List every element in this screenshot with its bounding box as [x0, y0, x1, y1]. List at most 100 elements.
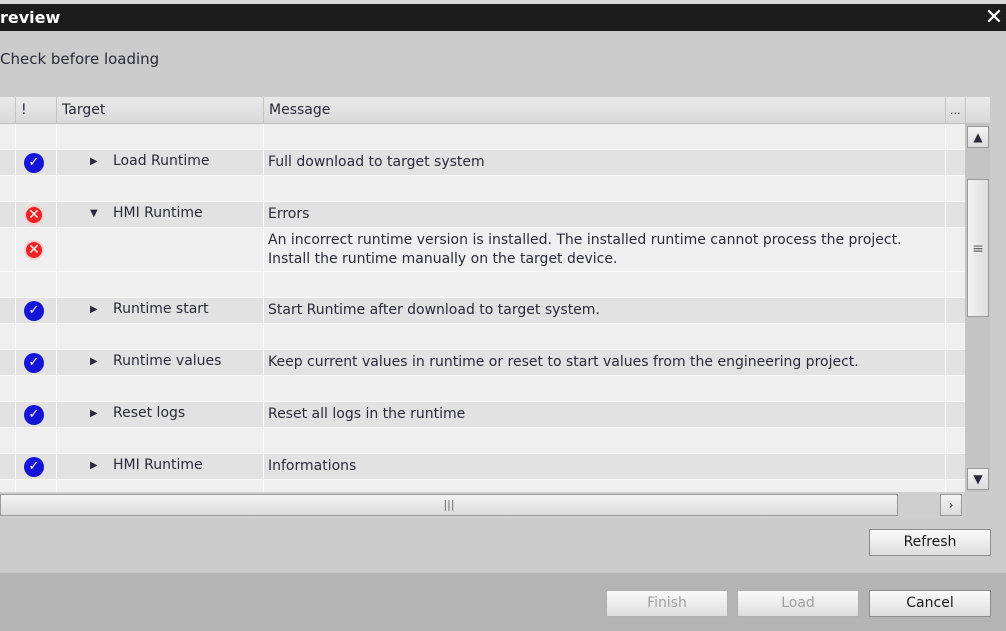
table-cell — [0, 298, 16, 323]
message-line: Full download to target system — [268, 154, 485, 170]
refresh-button[interactable]: Refresh — [869, 529, 991, 556]
load-button[interactable]: Load — [737, 590, 859, 617]
header-message[interactable]: Message — [264, 97, 946, 124]
header-select[interactable] — [0, 97, 16, 124]
table-cell — [0, 150, 16, 175]
target-label: Reset logs — [113, 405, 186, 421]
table-row[interactable]: ✓ ▶ Runtime values Keep current values in r… — [0, 350, 965, 376]
collapse-icon[interactable]: ▼ — [90, 208, 98, 219]
table-cell — [16, 376, 57, 401]
message-text: Informations — [268, 457, 356, 476]
table-cell — [0, 454, 16, 479]
table-cell — [16, 480, 57, 492]
table-cell — [57, 324, 264, 349]
expand-icon[interactable]: ▶ — [90, 408, 98, 419]
message-line: Errors — [268, 206, 310, 222]
target-label: HMI Runtime — [113, 205, 203, 221]
message-text: Errors — [268, 205, 309, 224]
table-row[interactable]: ✓ ▶ Load Runtime Full download to target sy… — [0, 150, 965, 176]
message-line: Reset all logs in the runtime — [268, 406, 466, 422]
target-label: Runtime start — [113, 301, 209, 317]
table-cell — [0, 428, 16, 453]
table-cell — [264, 272, 946, 297]
spacer-row — [0, 480, 965, 492]
message-text: Full download to target system — [268, 153, 485, 172]
scroll-thumb[interactable]: ≡ — [967, 179, 989, 317]
finish-button[interactable]: Finish — [606, 590, 728, 617]
table-cell — [0, 480, 16, 492]
table-cell — [57, 428, 264, 453]
window-title: review — [0, 8, 61, 27]
message-line: An incorrect runtime version is installe… — [268, 232, 902, 248]
table-cell — [57, 480, 264, 492]
error-icon: ✕ — [24, 240, 44, 260]
cancel-button[interactable]: Cancel — [869, 590, 991, 617]
header-more[interactable]: ... — [946, 97, 966, 124]
error-icon: ✕ — [24, 205, 44, 225]
table-cell — [264, 202, 946, 227]
message-line: Informations — [268, 458, 357, 474]
header-target[interactable]: Target — [57, 97, 264, 124]
message-text: Keep current values in runtime or reset … — [268, 353, 859, 372]
table-cell — [0, 376, 16, 401]
table-cell — [16, 176, 57, 201]
expand-icon[interactable]: ▶ — [90, 460, 98, 471]
scroll-up-button[interactable]: ▲ — [967, 126, 989, 148]
table-header: ! Target Message ... — [0, 97, 990, 124]
table-cell — [264, 454, 946, 479]
table-cell — [0, 124, 16, 149]
table-cell — [57, 272, 264, 297]
table-row[interactable]: ✕ ▼ HMI Runtime Errors — [0, 202, 965, 228]
table-cell — [57, 228, 264, 271]
table-cell — [0, 350, 16, 375]
spacer-row — [0, 176, 965, 202]
header-status[interactable]: ! — [16, 97, 57, 124]
title-bar: review ✕ — [0, 4, 1006, 31]
table-cell — [57, 376, 264, 401]
check-icon: ✓ — [24, 457, 44, 477]
message-line: Start Runtime after download to target s… — [268, 302, 600, 318]
table-row[interactable]: ✓ ▶ Runtime start Start Runtime after downl… — [0, 298, 965, 324]
spacer-row — [0, 124, 965, 150]
hscroll-thumb[interactable]: ||| — [0, 494, 898, 516]
table-cell — [264, 124, 946, 149]
vertical-scrollbar[interactable]: ▲ ≡ ▼ — [965, 124, 990, 492]
close-icon[interactable]: ✕ — [982, 4, 1006, 31]
table-cell — [0, 324, 16, 349]
check-icon: ✓ — [24, 301, 44, 321]
scroll-right-button[interactable]: › — [940, 494, 962, 516]
expand-icon[interactable]: ▶ — [90, 304, 98, 315]
spacer-row — [0, 324, 965, 350]
target-label: Load Runtime — [113, 153, 210, 169]
check-icon: ✓ — [24, 353, 44, 373]
table-row[interactable]: ✕ An incorrect runtime version is install… — [0, 228, 965, 272]
expand-icon[interactable]: ▶ — [90, 356, 98, 367]
spacer-row — [0, 428, 965, 454]
scroll-down-button[interactable]: ▼ — [967, 468, 989, 490]
message-text: Start Runtime after download to target s… — [268, 301, 600, 320]
section-heading: Check before loading — [0, 50, 160, 68]
target-label: HMI Runtime — [113, 457, 203, 473]
table-cell — [0, 272, 16, 297]
table-cell — [16, 324, 57, 349]
target-label: Runtime values — [113, 353, 222, 369]
check-icon: ✓ — [24, 405, 44, 425]
expand-icon[interactable]: ▶ — [90, 156, 98, 167]
table-row[interactable]: ✓ ▶ HMI Runtime Informations — [0, 454, 965, 480]
spacer-row — [0, 272, 965, 298]
table-cell — [0, 176, 16, 201]
table-cell — [16, 428, 57, 453]
message-text: Reset all logs in the runtime — [268, 405, 465, 424]
horizontal-scrollbar[interactable]: ||| › — [0, 492, 965, 518]
table-cell — [264, 176, 946, 201]
table-cell — [0, 402, 16, 427]
check-table: ! Target Message ... ✓ ▶ Load Runtime Full … — [0, 97, 990, 492]
spacer-row — [0, 376, 965, 402]
table-cell — [16, 124, 57, 149]
table-cell — [264, 324, 946, 349]
table-cell — [57, 124, 264, 149]
table-cell — [16, 272, 57, 297]
table-row[interactable]: ✓ ▶ Reset logs Reset all logs in the runtim… — [0, 402, 965, 428]
table-cell — [0, 228, 16, 271]
message-text: An incorrect runtime version is installe… — [268, 231, 902, 269]
